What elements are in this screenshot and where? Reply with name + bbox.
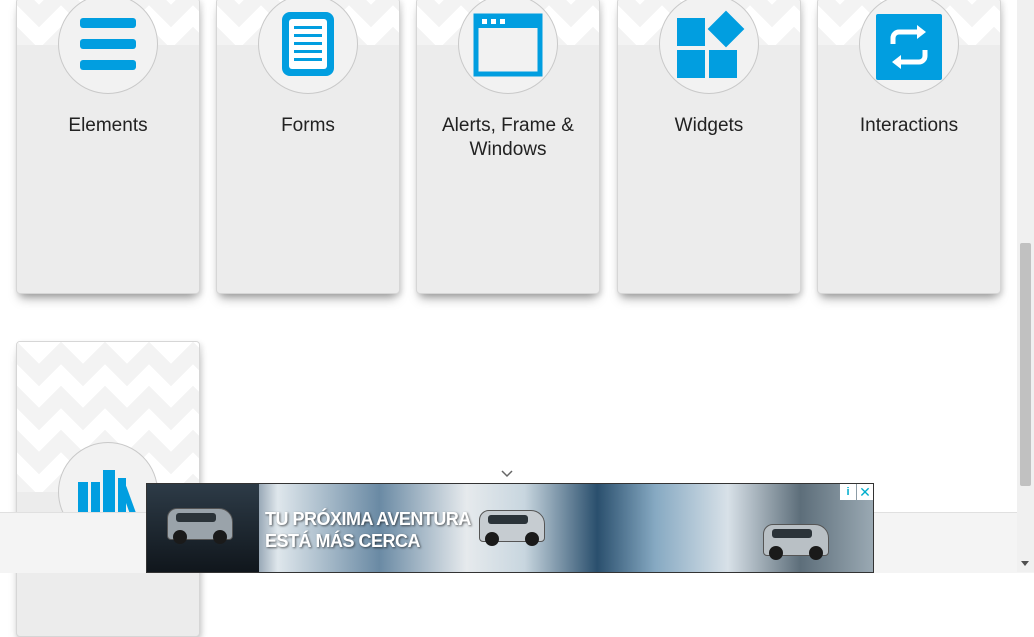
vertical-scrollbar[interactable]	[1017, 0, 1034, 572]
card-icon-circle	[258, 0, 358, 94]
ad-info-icon[interactable]: i	[840, 484, 856, 500]
ad-car-wheel	[485, 532, 499, 546]
advertisement-banner[interactable]: TU PRÓXIMA AVENTURA ESTÁ MÁS CERCA i ✕	[146, 483, 874, 573]
ad-close-button[interactable]: ✕	[857, 484, 873, 500]
chevron-down-icon[interactable]	[501, 469, 513, 479]
ad-car-wheel	[769, 546, 783, 560]
ad-headline: TU PRÓXIMA AVENTURA ESTÁ MÁS CERCA	[265, 508, 471, 552]
card-icon-circle	[458, 0, 558, 94]
card-interactions[interactable]: Interactions	[817, 0, 1001, 294]
widgets-icon	[677, 10, 745, 78]
card-icon-circle	[659, 0, 759, 94]
ad-headline-line1: TU PRÓXIMA AVENTURA	[265, 509, 471, 529]
list-icon	[80, 18, 136, 70]
scroll-down-arrow-icon[interactable]	[1021, 561, 1029, 566]
card-alerts-frame-windows[interactable]: Alerts, Frame & Windows	[416, 0, 600, 294]
form-icon	[282, 12, 334, 76]
card-title: Widgets	[674, 115, 744, 136]
card-title: Elements	[68, 115, 148, 136]
ad-car-wheel	[809, 546, 823, 560]
ad-car-wheel	[525, 532, 539, 546]
card-title: Alerts, Frame & Windows	[442, 115, 574, 160]
ad-car-wheel	[173, 530, 187, 544]
scrollbar-thumb[interactable]	[1020, 243, 1031, 486]
card-icon-circle	[58, 0, 158, 94]
card-widgets[interactable]: Widgets	[617, 0, 801, 294]
ad-headline-line2: ESTÁ MÁS CERCA	[265, 531, 421, 551]
browser-window-icon	[473, 13, 543, 77]
card-elements[interactable]: Elements	[16, 0, 200, 294]
ad-car-wheel	[213, 530, 227, 544]
interactions-icon	[876, 14, 942, 80]
card-icon-circle	[859, 0, 959, 94]
card-forms[interactable]: Forms	[216, 0, 400, 294]
card-title: Forms	[281, 115, 335, 136]
card-title: Interactions	[859, 115, 959, 136]
